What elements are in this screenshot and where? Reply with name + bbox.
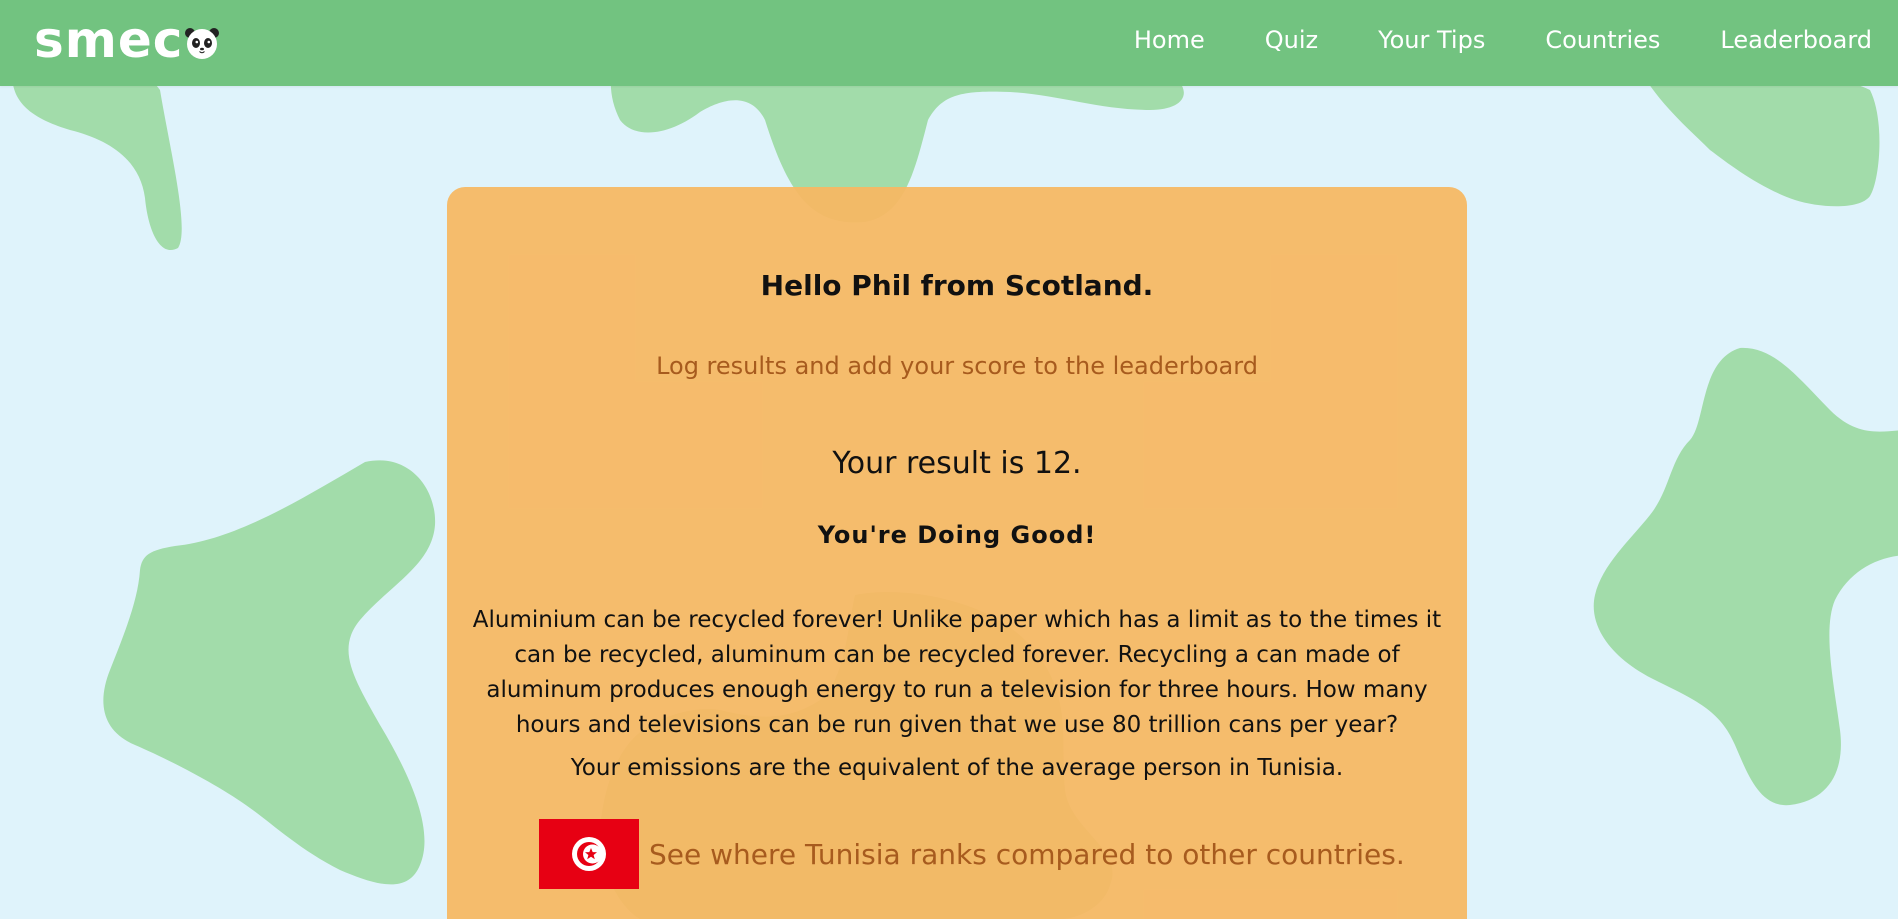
nav-your-tips[interactable]: Your Tips bbox=[1378, 26, 1485, 54]
logo-text: smec bbox=[34, 11, 184, 69]
nav-home[interactable]: Home bbox=[1134, 26, 1205, 54]
greeting-heading: Hello Phil from Scotland. bbox=[760, 269, 1154, 302]
emissions-comparison: Your emissions are the equivalent of the… bbox=[570, 755, 1344, 781]
nav-leaderboard[interactable]: Leaderboard bbox=[1720, 26, 1872, 54]
panda-icon bbox=[185, 28, 220, 59]
blob-top-right bbox=[1640, 68, 1880, 207]
blob-right bbox=[1593, 347, 1898, 806]
country-rank-link-row[interactable]: See where Tunisia ranks compared to othe… bbox=[539, 819, 1405, 889]
smeco-logo[interactable]: smec bbox=[34, 10, 220, 70]
top-navbar: smec Home Quiz Your Tips Countries Leade… bbox=[0, 0, 1898, 86]
blob-left bbox=[103, 460, 436, 885]
result-score: Your result is 12. bbox=[832, 446, 1082, 481]
country-rank-link[interactable]: See where Tunisia ranks compared to othe… bbox=[649, 838, 1405, 871]
main-nav: Home Quiz Your Tips Countries Leaderboar… bbox=[1074, 24, 1872, 56]
tunisia-flag-icon bbox=[539, 819, 639, 889]
nav-countries[interactable]: Countries bbox=[1545, 26, 1660, 54]
page: smec Home Quiz Your Tips Countries Leade… bbox=[0, 0, 1898, 919]
results-card: Hello Phil from Scotland. Log results an… bbox=[447, 187, 1467, 919]
rating-heading: You're Doing Good! bbox=[817, 521, 1097, 549]
recycling-fact: Aluminium can be recycled forever! Unlik… bbox=[472, 607, 1442, 738]
log-results-link[interactable]: Log results and add your score to the le… bbox=[447, 352, 1467, 380]
nav-quiz[interactable]: Quiz bbox=[1265, 26, 1318, 54]
